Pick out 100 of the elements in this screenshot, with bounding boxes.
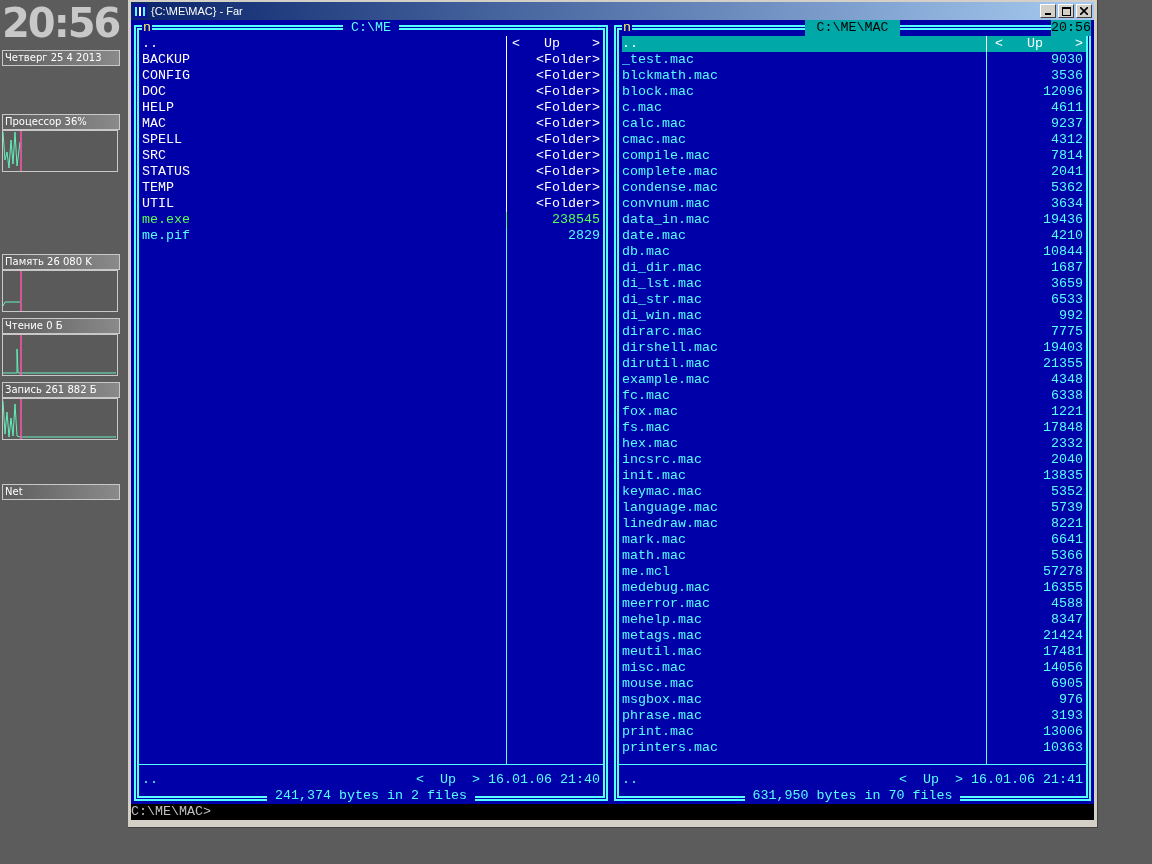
- file-name[interactable]: blckmath.mac: [622, 68, 986, 84]
- file-name[interactable]: mark.mac: [622, 532, 986, 548]
- file-size: 21355: [986, 356, 1086, 372]
- file-name[interactable]: init.mac: [622, 468, 986, 484]
- file-name[interactable]: date.mac: [622, 228, 986, 244]
- file-name[interactable]: db.mac: [622, 244, 986, 260]
- file-name[interactable]: c.mac: [622, 100, 986, 116]
- file-name[interactable]: print.mac: [622, 724, 986, 740]
- file-name[interactable]: HELP: [142, 100, 506, 116]
- file-name[interactable]: phrase.mac: [622, 708, 986, 724]
- info-date: 16.01.06: [971, 772, 1035, 788]
- file-size: 13835: [986, 468, 1086, 484]
- file-size: 3659: [986, 276, 1086, 292]
- file-size: <Folder>: [506, 100, 603, 116]
- file-size: 4611: [986, 100, 1086, 116]
- file-name[interactable]: dirshell.mac: [622, 340, 986, 356]
- file-name[interactable]: di_dir.mac: [622, 260, 986, 276]
- file-name[interactable]: di_win.mac: [622, 308, 986, 324]
- file-size: 5362: [986, 180, 1086, 196]
- file-size: 16355: [986, 580, 1086, 596]
- file-size: 2041: [986, 164, 1086, 180]
- panel-path: C:\ME\MAC: [804, 20, 901, 36]
- file-name[interactable]: dirarc.mac: [622, 324, 986, 340]
- file-name[interactable]: ..: [142, 36, 506, 52]
- file-name[interactable]: di_lst.mac: [622, 276, 986, 292]
- file-name[interactable]: complete.mac: [622, 164, 986, 180]
- file-name[interactable]: DOC: [142, 84, 506, 100]
- file-name[interactable]: calc.mac: [622, 116, 986, 132]
- file-name[interactable]: _test.mac: [622, 52, 986, 68]
- file-name[interactable]: STATUS: [142, 164, 506, 180]
- file-name[interactable]: dirutil.mac: [622, 356, 986, 372]
- file-name[interactable]: MAC: [142, 116, 506, 132]
- file-size: 21424: [986, 628, 1086, 644]
- info-name: ..: [142, 772, 158, 788]
- file-name[interactable]: misc.mac: [622, 660, 986, 676]
- file-name[interactable]: meutil.mac: [622, 644, 986, 660]
- info-date: 16.01.06: [488, 772, 552, 788]
- file-size: 4210: [986, 228, 1086, 244]
- file-name[interactable]: mehelp.mac: [622, 612, 986, 628]
- file-size: 8221: [986, 516, 1086, 532]
- app-icon: [133, 4, 147, 18]
- file-name[interactable]: condense.mac: [622, 180, 986, 196]
- info-time: 21:40: [560, 772, 600, 788]
- monitor-label: Запись 261 882 Б: [2, 382, 120, 398]
- file-name[interactable]: medebug.mac: [622, 580, 986, 596]
- file-name[interactable]: fox.mac: [622, 404, 986, 420]
- file-name[interactable]: SPELL: [142, 132, 506, 148]
- file-name[interactable]: example.mac: [622, 372, 986, 388]
- file-size: <Folder>: [506, 148, 603, 164]
- file-name[interactable]: compile.mac: [622, 148, 986, 164]
- file-name[interactable]: fc.mac: [622, 388, 986, 404]
- file-name[interactable]: CONFIG: [142, 68, 506, 84]
- file-size: 2829: [506, 228, 603, 244]
- date-label: Четверг 25 4 2013: [2, 50, 120, 66]
- file-name[interactable]: TEMP: [142, 180, 506, 196]
- file-name[interactable]: block.mac: [622, 84, 986, 100]
- file-name[interactable]: metags.mac: [622, 628, 986, 644]
- file-name[interactable]: BACKUP: [142, 52, 506, 68]
- file-size: < Up >: [986, 36, 1086, 52]
- file-name[interactable]: msgbox.mac: [622, 692, 986, 708]
- file-size: 3634: [986, 196, 1086, 212]
- file-size: 1221: [986, 404, 1086, 420]
- file-size: 5352: [986, 484, 1086, 500]
- file-name[interactable]: printers.mac: [622, 740, 986, 756]
- file-size: 10363: [986, 740, 1086, 756]
- file-name[interactable]: mouse.mac: [622, 676, 986, 692]
- file-size: 10844: [986, 244, 1086, 260]
- file-name[interactable]: keymac.mac: [622, 484, 986, 500]
- file-name[interactable]: me.mcl: [622, 564, 986, 580]
- file-name[interactable]: convnum.mac: [622, 196, 986, 212]
- maximize-button[interactable]: [1058, 4, 1074, 18]
- file-size: 13006: [986, 724, 1086, 740]
- file-name[interactable]: me.pif: [142, 228, 506, 244]
- file-size: <Folder>: [506, 132, 603, 148]
- file-size: 17481: [986, 644, 1086, 660]
- file-name[interactable]: di_str.mac: [622, 292, 986, 308]
- file-name[interactable]: SRC: [142, 148, 506, 164]
- monitor-label: Процессор 36%: [2, 114, 120, 130]
- file-name[interactable]: hex.mac: [622, 436, 986, 452]
- info-time: 21:41: [1043, 772, 1083, 788]
- file-name[interactable]: incsrc.mac: [622, 452, 986, 468]
- minimize-button[interactable]: [1040, 4, 1056, 18]
- file-name[interactable]: fs.mac: [622, 420, 986, 436]
- file-name[interactable]: linedraw.mac: [622, 516, 986, 532]
- file-size: 2332: [986, 436, 1086, 452]
- file-name[interactable]: cmac.mac: [622, 132, 986, 148]
- file-name[interactable]: data_in.mac: [622, 212, 986, 228]
- close-button[interactable]: [1076, 4, 1092, 18]
- file-name[interactable]: meerror.mac: [622, 596, 986, 612]
- file-name[interactable]: language.mac: [622, 500, 986, 516]
- file-name[interactable]: UTIL: [142, 196, 506, 212]
- file-size: 5366: [986, 548, 1086, 564]
- monitor-label: Net: [2, 484, 120, 500]
- file-name[interactable]: me.exe: [142, 212, 506, 228]
- file-size: 19436: [986, 212, 1086, 228]
- file-size: < Up >: [506, 36, 603, 52]
- file-size: 5739: [986, 500, 1086, 516]
- file-size: 6338: [986, 388, 1086, 404]
- file-size: 6641: [986, 532, 1086, 548]
- file-name[interactable]: math.mac: [622, 548, 986, 564]
